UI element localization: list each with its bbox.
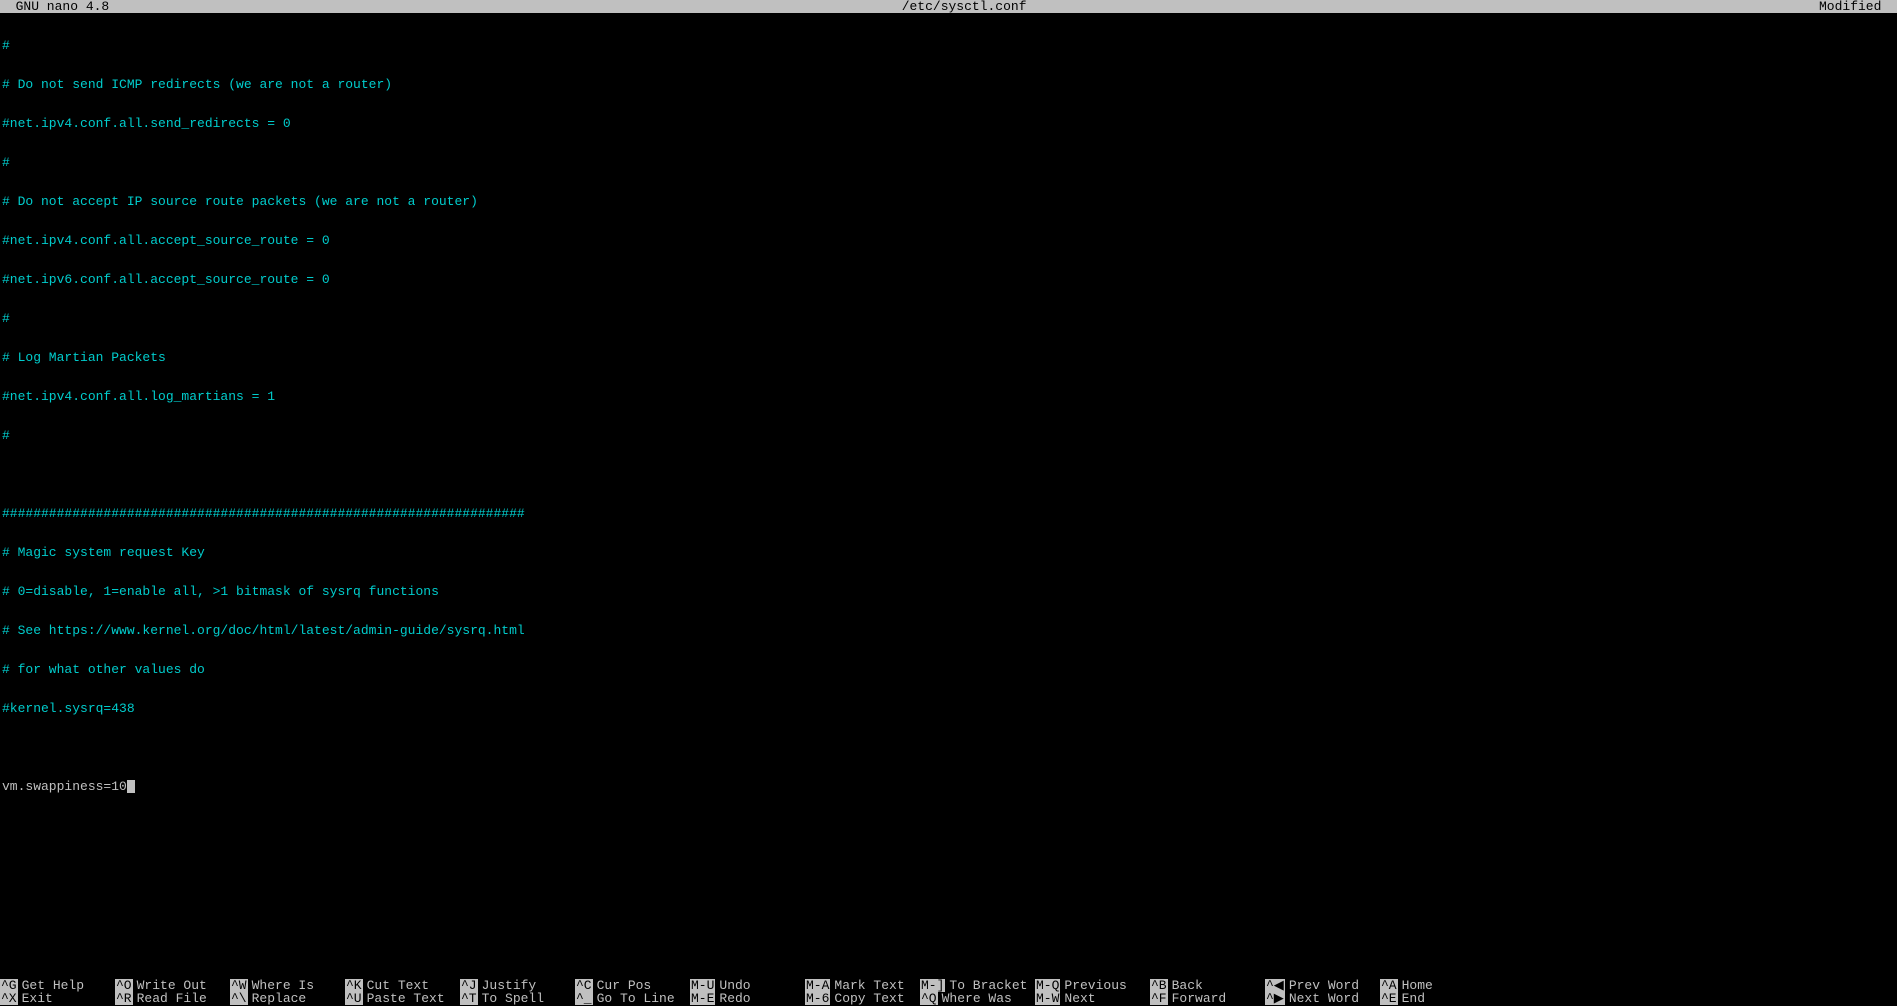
help-label: Exit bbox=[18, 992, 53, 1005]
help-label: Paste Text bbox=[363, 992, 445, 1005]
editor-line: # for what other values do bbox=[2, 663, 1897, 676]
editor-line: # bbox=[2, 156, 1897, 169]
editor-line: #kernel.sysrq=438 bbox=[2, 702, 1897, 715]
editor-line: # Magic system request Key bbox=[2, 546, 1897, 559]
help-key: ^E bbox=[1380, 992, 1398, 1005]
help-label: Go To Line bbox=[593, 992, 675, 1005]
editor-content[interactable]: # # Do not send ICMP redirects (we are n… bbox=[0, 13, 1897, 979]
modified-status: Modified bbox=[1819, 0, 1897, 13]
help-label: Replace bbox=[248, 992, 307, 1005]
editor-line: # bbox=[2, 39, 1897, 52]
help-forward[interactable]: ^FForward bbox=[1150, 992, 1265, 1005]
help-key: ^U bbox=[345, 992, 363, 1005]
editor-line: #net.ipv4.conf.all.send_redirects = 0 bbox=[2, 117, 1897, 130]
help-bar: ^GGet Help ^OWrite Out ^WWhere Is ^KCut … bbox=[0, 979, 1897, 1005]
help-key: M-W bbox=[1035, 992, 1060, 1005]
help-next-word[interactable]: ^▶Next Word bbox=[1265, 992, 1380, 1005]
editor-line: # Do not send ICMP redirects (we are not… bbox=[2, 78, 1897, 91]
help-label: Read File bbox=[133, 992, 207, 1005]
editor-line: # 0=disable, 1=enable all, >1 bitmask of… bbox=[2, 585, 1897, 598]
editor-line: #net.ipv6.conf.all.accept_source_route =… bbox=[2, 273, 1897, 286]
help-key: ^\ bbox=[230, 992, 248, 1005]
file-path: /etc/sysctl.conf bbox=[109, 0, 1819, 13]
app-name: GNU nano 4.8 bbox=[0, 0, 109, 13]
help-key: ^R bbox=[115, 992, 133, 1005]
editor-line: # bbox=[2, 312, 1897, 325]
help-exit[interactable]: ^XExit bbox=[0, 992, 115, 1005]
title-bar: GNU nano 4.8 /etc/sysctl.conf Modified bbox=[0, 0, 1897, 13]
help-key: ^X bbox=[0, 992, 18, 1005]
help-label: Next Word bbox=[1285, 992, 1359, 1005]
help-key: ^▶ bbox=[1265, 992, 1285, 1005]
help-read-file[interactable]: ^RRead File bbox=[115, 992, 230, 1005]
help-replace[interactable]: ^\Replace bbox=[230, 992, 345, 1005]
editor-line: # Do not accept IP source route packets … bbox=[2, 195, 1897, 208]
help-home[interactable]: ^AHome bbox=[1380, 979, 1495, 992]
editor-line: # See https://www.kernel.org/doc/html/la… bbox=[2, 624, 1897, 637]
help-key: ^Q bbox=[920, 992, 938, 1005]
help-where-was[interactable]: ^QWhere Was bbox=[920, 992, 1035, 1005]
help-key: M-E bbox=[690, 992, 715, 1005]
help-get-help[interactable]: ^GGet Help bbox=[0, 979, 115, 992]
help-label: Next bbox=[1060, 992, 1095, 1005]
help-next[interactable]: M-WNext bbox=[1035, 992, 1150, 1005]
help-to-spell[interactable]: ^TTo Spell bbox=[460, 992, 575, 1005]
help-key: M-6 bbox=[805, 992, 830, 1005]
editor-line bbox=[2, 468, 1897, 481]
editor-line: ########################################… bbox=[2, 507, 1897, 520]
help-go-to-line[interactable]: ^_Go To Line bbox=[575, 992, 690, 1005]
editor-line-text: vm.swappiness=10 bbox=[2, 779, 127, 794]
help-paste-text[interactable]: ^UPaste Text bbox=[345, 992, 460, 1005]
help-label: End bbox=[1398, 992, 1425, 1005]
editor-line: # bbox=[2, 429, 1897, 442]
editor-active-line: vm.swappiness=10 bbox=[2, 780, 1897, 793]
help-redo[interactable]: M-ERedo bbox=[690, 992, 805, 1005]
help-key: ^F bbox=[1150, 992, 1168, 1005]
help-label: Where Was bbox=[938, 992, 1012, 1005]
cursor-icon bbox=[127, 780, 135, 793]
editor-line: #net.ipv4.conf.all.log_martians = 1 bbox=[2, 390, 1897, 403]
help-label: To Spell bbox=[478, 992, 544, 1005]
help-label: Forward bbox=[1168, 992, 1227, 1005]
help-label: Copy Text bbox=[830, 992, 904, 1005]
help-label: Redo bbox=[715, 992, 750, 1005]
help-end[interactable]: ^EEnd bbox=[1380, 992, 1495, 1005]
editor-line: # Log Martian Packets bbox=[2, 351, 1897, 364]
editor-line: #net.ipv4.conf.all.accept_source_route =… bbox=[2, 234, 1897, 247]
help-key: ^_ bbox=[575, 992, 593, 1005]
help-key: ^T bbox=[460, 992, 478, 1005]
help-copy-text[interactable]: M-6Copy Text bbox=[805, 992, 920, 1005]
editor-line bbox=[2, 741, 1897, 754]
help-row-2: ^XExit ^RRead File ^\Replace ^UPaste Tex… bbox=[0, 992, 1897, 1005]
